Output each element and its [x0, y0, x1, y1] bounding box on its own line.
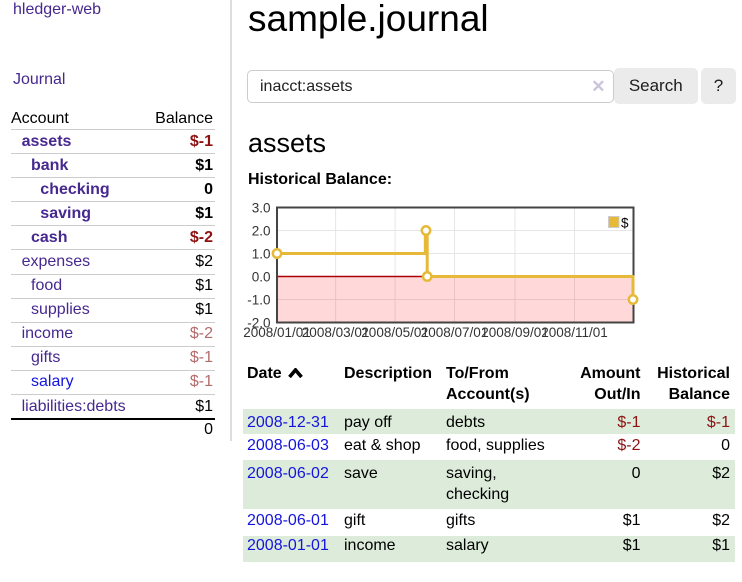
svg-text:2008/07/01: 2008/07/01 [421, 325, 489, 340]
svg-text:2.0: 2.0 [252, 224, 271, 239]
svg-text:0.0: 0.0 [252, 270, 271, 285]
svg-text:2008/01/01: 2008/01/01 [243, 325, 311, 340]
svg-text:2008/03/01: 2008/03/01 [302, 325, 370, 340]
svg-text:3.0: 3.0 [252, 201, 271, 216]
svg-text:$: $ [621, 216, 629, 231]
svg-text:2008/05/01: 2008/05/01 [361, 325, 429, 340]
svg-text:2008/09/01: 2008/09/01 [481, 325, 549, 340]
svg-text:1.0: 1.0 [252, 247, 271, 262]
svg-text:-1.0: -1.0 [247, 293, 270, 308]
svg-text:2008/11/01: 2008/11/01 [541, 325, 608, 340]
